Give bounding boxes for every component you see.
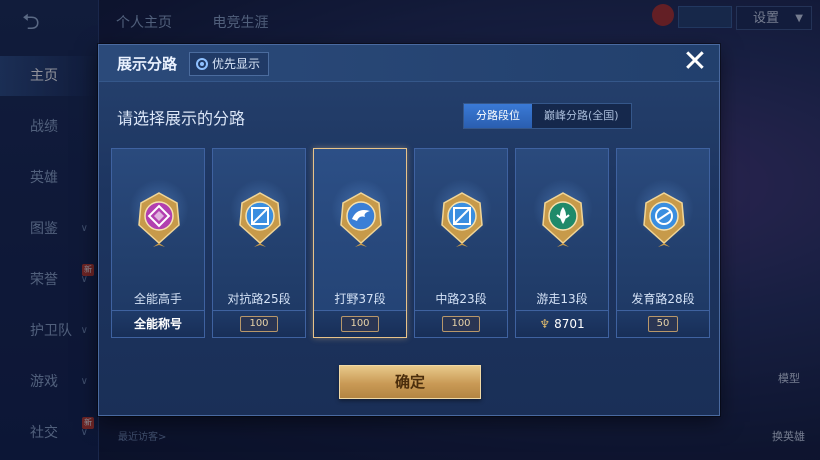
dialog-header: 展示分路 优先显示 ✕ <box>99 45 719 82</box>
star-count-badge: 50 <box>647 316 679 332</box>
dialog-subtitle: 请选择展示的分路 <box>117 109 246 128</box>
peak-score-value: 8701 <box>554 317 585 331</box>
lane-card-name: 游走13段 <box>536 292 588 306</box>
lane-cards: 全能高手 全能称号 对抗路25段 100 打野37段 100 中路23段 100 游走13段 ♆ 8… <box>111 148 711 340</box>
tab-lane-rank[interactable]: 分路段位 <box>464 104 532 128</box>
lane-card-name: 中路23段 <box>435 292 487 306</box>
star-count-badge: 100 <box>240 316 278 332</box>
priority-display-label: 优先显示 <box>212 57 261 71</box>
lane-type-switch: 分路段位 巅峰分路(全国) <box>463 103 632 129</box>
lane-card-footer: 100 <box>415 310 507 337</box>
adc-lane-medal-icon <box>640 191 688 249</box>
confirm-button[interactable]: 确定 <box>339 365 481 399</box>
mid-lane-medal-icon <box>438 191 486 249</box>
dialog-title: 展示分路 <box>117 55 178 73</box>
lane-card-footer: ♆ 8701 <box>516 310 608 337</box>
lane-card[interactable]: 全能高手 全能称号 <box>111 148 205 338</box>
tab-peak-lane-national[interactable]: 巅峰分路(全国) <box>532 104 631 128</box>
lane-card-footer: 全能称号 <box>112 310 204 337</box>
lane-card[interactable]: 中路23段 100 <box>414 148 508 338</box>
lane-card-name: 全能高手 <box>133 292 182 306</box>
priority-display-button[interactable]: 优先显示 <box>189 52 270 76</box>
lane-card-footer: 100 <box>314 310 406 337</box>
all-round-medal-icon <box>135 191 183 249</box>
roam-medal-icon <box>539 191 587 249</box>
jungle-medal-icon <box>337 191 385 249</box>
lane-card[interactable]: 打野37段 100 <box>313 148 407 338</box>
star-count-badge: 100 <box>341 316 379 332</box>
lane-card-name: 发育路28段 <box>631 292 695 306</box>
lane-card-name: 对抗路25段 <box>227 292 291 306</box>
lane-card-name: 打野37段 <box>334 292 386 306</box>
close-icon[interactable]: ✕ <box>681 47 709 77</box>
lane-card[interactable]: 发育路28段 50 <box>616 148 710 338</box>
lane-card-footer: 100 <box>213 310 305 337</box>
star-count-badge: 100 <box>442 316 480 332</box>
lane-display-dialog: 展示分路 优先显示 ✕ 请选择展示的分路 分路段位 巅峰分路(全国) 全能高手全… <box>98 44 720 416</box>
lane-card-footer: 50 <box>617 310 709 337</box>
top-lane-medal-icon <box>236 191 284 249</box>
peak-score-icon: ♆ <box>539 317 551 331</box>
lane-card[interactable]: 游走13段 ♆ 8701 <box>515 148 609 338</box>
lane-card[interactable]: 对抗路25段 100 <box>212 148 306 338</box>
gear-icon <box>196 58 208 70</box>
